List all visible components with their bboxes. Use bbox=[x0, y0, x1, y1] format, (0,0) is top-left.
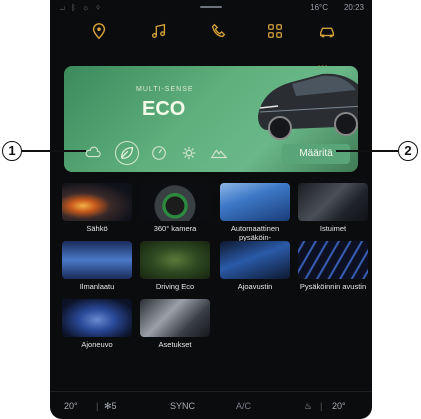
tile-label: Sähkö bbox=[86, 224, 108, 233]
seats-thumbnail bbox=[298, 183, 368, 221]
left-temperature[interactable]: 20° bbox=[64, 401, 78, 411]
handle-bar[interactable] bbox=[200, 6, 222, 8]
tile-air-quality[interactable]: Ilmanlaatu bbox=[62, 241, 132, 291]
tile-settings[interactable]: Asetukset bbox=[140, 299, 210, 349]
phone-icon[interactable] bbox=[210, 22, 232, 44]
mountain-icon[interactable] bbox=[210, 144, 230, 164]
callout-2-leader bbox=[336, 150, 398, 152]
callout-1: 1 bbox=[2, 141, 22, 161]
right-temperature[interactable]: 20° bbox=[332, 401, 346, 411]
top-navigation: ••• bbox=[50, 18, 372, 71]
infotainment-screen: ⊿ ᛒ ☼ ⚲ 16°C 20:23 ••• MULTI-SENSE ECO bbox=[50, 0, 372, 419]
tile-label: Asetukset bbox=[158, 340, 192, 349]
fan-speed[interactable]: ✻5 bbox=[104, 401, 117, 412]
multi-sense-label: MULTI-SENSE bbox=[136, 86, 194, 93]
tile-label: Ajoneuvo bbox=[81, 340, 113, 349]
location-icon[interactable] bbox=[90, 22, 112, 44]
driving-eco-thumbnail bbox=[140, 241, 210, 279]
tile-label: Ajoavustin bbox=[237, 282, 273, 291]
tile-label: Pysäköinnin avustin bbox=[299, 282, 367, 291]
tile-vehicle[interactable]: Ajoneuvo bbox=[62, 299, 132, 349]
current-mode: ECO bbox=[142, 98, 186, 120]
leaf-icon[interactable] bbox=[115, 141, 139, 165]
outside-temperature: 16°C bbox=[310, 3, 328, 12]
tile-label: Driving Eco bbox=[155, 282, 195, 291]
apps-icon[interactable] bbox=[266, 22, 288, 44]
multi-sense-banner[interactable]: MULTI-SENSE ECO Määritä bbox=[64, 66, 358, 172]
climate-bar: 20° | ✻5 SYNC A/C ♨ | 20° bbox=[50, 391, 372, 419]
clock: 20:23 bbox=[343, 3, 364, 12]
tile-label: 360° kamera bbox=[153, 224, 197, 233]
divider: | bbox=[96, 401, 99, 411]
tile-driving-assistant[interactable]: Ajoavustin bbox=[220, 241, 290, 291]
status-bar: ⊿ ᛒ ☼ ⚲ 16°C 20:23 bbox=[50, 0, 372, 16]
cloud-icon[interactable] bbox=[84, 144, 104, 164]
car-image bbox=[258, 73, 358, 140]
divider: | bbox=[320, 401, 323, 411]
tile-label: Istuimet bbox=[319, 224, 347, 233]
tile-parking-assistant[interactable]: Pysäköinnin avustin bbox=[298, 241, 368, 291]
parking-thumbnail bbox=[220, 183, 290, 221]
define-button[interactable]: Määritä bbox=[282, 144, 350, 164]
sync-button[interactable]: SYNC bbox=[170, 401, 195, 411]
callout-1-leader bbox=[22, 150, 86, 152]
mode-selector bbox=[84, 141, 244, 166]
tile-electric[interactable]: Sähkö bbox=[62, 183, 132, 233]
tile-seats[interactable]: Istuimet bbox=[298, 183, 368, 233]
seat-heat-icon[interactable]: ♨ bbox=[304, 401, 312, 412]
air-quality-thumbnail bbox=[62, 241, 132, 279]
camera-thumbnail bbox=[140, 183, 210, 221]
gear-icon[interactable] bbox=[180, 144, 200, 164]
vehicle-thumbnail bbox=[62, 299, 132, 337]
ac-button[interactable]: A/C bbox=[236, 401, 251, 411]
car-icon[interactable] bbox=[318, 22, 340, 44]
status-signal-icons: ⊿ ᛒ ☼ ⚲ bbox=[60, 3, 103, 12]
tile-label: Ilmanlaatu bbox=[79, 282, 115, 291]
gauge-icon[interactable] bbox=[150, 144, 170, 164]
settings-thumbnail bbox=[140, 299, 210, 337]
callout-2: 2 bbox=[398, 141, 418, 161]
tile-360-camera[interactable]: 360° kamera bbox=[140, 183, 210, 233]
electric-thumbnail bbox=[62, 183, 132, 221]
parking-assistant-thumbnail bbox=[298, 241, 368, 279]
music-icon[interactable] bbox=[150, 22, 172, 44]
tile-driving-eco[interactable]: Driving Eco bbox=[140, 241, 210, 291]
driving-assistant-thumbnail bbox=[220, 241, 290, 279]
